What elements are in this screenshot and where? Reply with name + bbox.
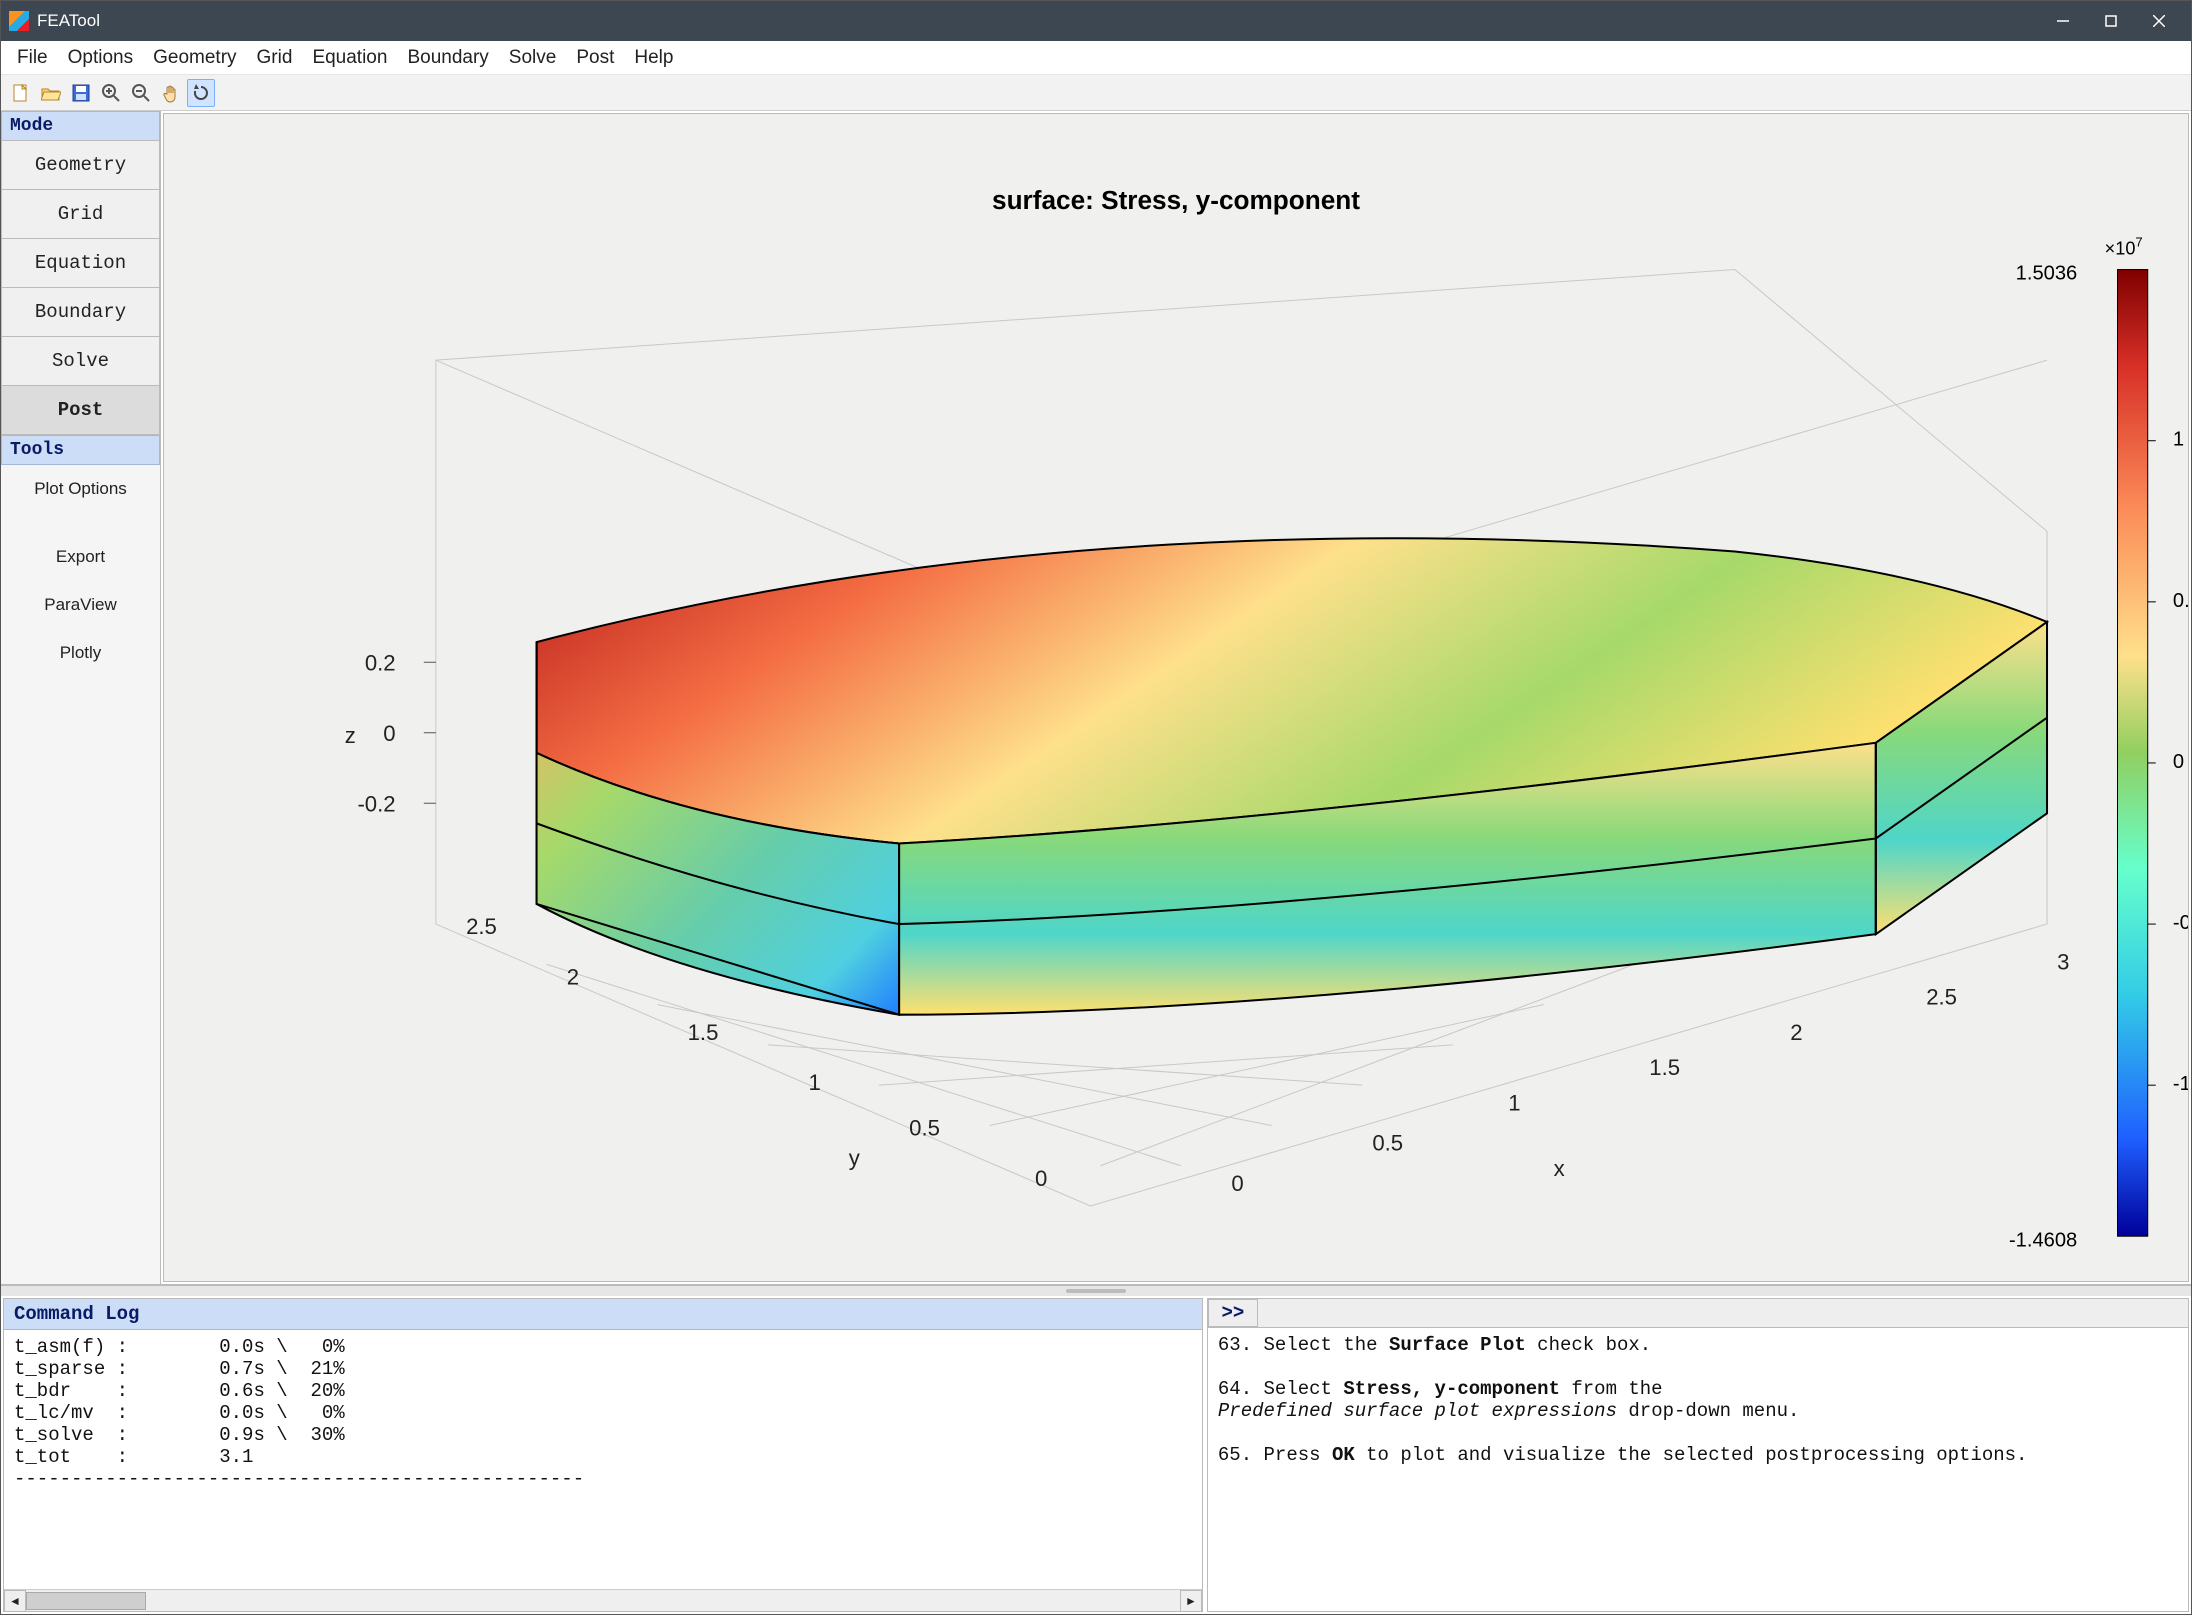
tool-plot-options[interactable]: Plot Options <box>1 465 160 513</box>
command-log-body[interactable]: t_asm(f) : 0.0s \ 0% t_sparse : 0.7s \ 2… <box>4 1330 1202 1589</box>
tool-paraview[interactable]: ParaView <box>1 581 160 629</box>
svg-text:0.5: 0.5 <box>909 1116 940 1141</box>
z-label: z <box>345 723 356 748</box>
instructions-header: >> <box>1208 1299 2188 1328</box>
svg-text:-1.4608: -1.4608 <box>2009 1229 2077 1251</box>
svg-text:0: 0 <box>2173 751 2184 773</box>
svg-text:2.5: 2.5 <box>466 914 497 939</box>
pan-button[interactable] <box>157 79 185 107</box>
svg-text:0.2: 0.2 <box>365 650 396 675</box>
svg-text:2.5: 2.5 <box>1926 985 1957 1010</box>
mode-solve[interactable]: Solve <box>1 336 160 386</box>
svg-text:1: 1 <box>808 1070 820 1095</box>
zoom-in-button[interactable] <box>97 79 125 107</box>
svg-text:1: 1 <box>1508 1090 1520 1115</box>
svg-text:0: 0 <box>1231 1171 1243 1196</box>
sidebar: Mode Geometry Grid Equation Boundary Sol… <box>1 111 161 1284</box>
command-log-panel: Command Log t_asm(f) : 0.0s \ 0% t_spars… <box>3 1298 1203 1612</box>
menu-options[interactable]: Options <box>58 43 143 73</box>
scroll-right-icon[interactable]: ► <box>1180 1590 1202 1612</box>
title-bar: FEATool <box>1 1 2191 41</box>
save-icon <box>72 84 90 102</box>
splitter[interactable] <box>1 1286 2191 1296</box>
app-icon <box>9 11 29 31</box>
menu-help[interactable]: Help <box>624 43 683 73</box>
menu-bar: File Options Geometry Grid Equation Boun… <box>1 41 2191 75</box>
toolbar <box>1 75 2191 111</box>
instructions-panel: >> 63. Select the Surface Plot check box… <box>1207 1298 2189 1612</box>
main-area: Mode Geometry Grid Equation Boundary Sol… <box>1 111 2191 1284</box>
menu-geometry[interactable]: Geometry <box>143 43 246 73</box>
zoom-out-icon <box>131 83 151 103</box>
svg-text:3: 3 <box>2057 949 2069 974</box>
svg-text:1.5: 1.5 <box>688 1020 719 1045</box>
mode-boundary[interactable]: Boundary <box>1 287 160 337</box>
open-folder-icon <box>41 84 61 102</box>
maximize-button[interactable] <box>2087 1 2135 41</box>
solid-body <box>537 538 2047 1014</box>
svg-text:-0.2: -0.2 <box>357 791 395 816</box>
hand-icon <box>161 83 181 103</box>
new-file-icon <box>12 83 30 103</box>
app-window: FEATool File Options Geometry Grid Equat… <box>0 0 2192 1615</box>
menu-file[interactable]: File <box>7 43 58 73</box>
app-title: FEATool <box>37 11 100 31</box>
plot-title: surface: Stress, y-component <box>992 185 1360 215</box>
instructions-body[interactable]: 63. Select the Surface Plot check box. 6… <box>1208 1328 2188 1611</box>
tools-header: Tools <box>1 435 160 465</box>
menu-post[interactable]: Post <box>566 43 624 73</box>
save-button[interactable] <box>67 79 95 107</box>
log-scrollbar[interactable]: ◄ ► <box>4 1589 1202 1611</box>
minimize-button[interactable] <box>2039 1 2087 41</box>
svg-text:1.5: 1.5 <box>1649 1055 1680 1080</box>
reset-view-icon <box>191 83 211 103</box>
zoom-in-icon <box>101 83 121 103</box>
new-file-button[interactable] <box>7 79 35 107</box>
footer: Command Log t_asm(f) : 0.0s \ 0% t_spars… <box>1 1284 2191 1614</box>
z-ticks: 0.2 0 -0.2 z <box>345 650 436 816</box>
tool-export[interactable]: Export <box>1 533 160 581</box>
open-file-button[interactable] <box>37 79 65 107</box>
plot-svg: surface: Stress, y-component <box>164 114 2188 1281</box>
svg-text:0.5: 0.5 <box>1372 1131 1403 1156</box>
mode-header: Mode <box>1 111 160 141</box>
svg-text:0: 0 <box>1035 1166 1047 1191</box>
reset-view-button[interactable] <box>187 79 215 107</box>
menu-boundary[interactable]: Boundary <box>397 43 498 73</box>
close-button[interactable] <box>2135 1 2183 41</box>
svg-text:1.5036: 1.5036 <box>2016 263 2078 285</box>
mode-equation[interactable]: Equation <box>1 238 160 288</box>
svg-text:1: 1 <box>2173 429 2184 451</box>
svg-text:-1: -1 <box>2173 1073 2188 1095</box>
y-label: y <box>849 1146 861 1171</box>
svg-text:0: 0 <box>383 721 395 746</box>
plot-area[interactable]: surface: Stress, y-component <box>163 113 2189 1282</box>
svg-text:0.5: 0.5 <box>2173 590 2188 612</box>
menu-grid[interactable]: Grid <box>247 43 303 73</box>
tool-plotly[interactable]: Plotly <box>1 629 160 677</box>
command-log-header: Command Log <box>4 1299 1202 1330</box>
menu-solve[interactable]: Solve <box>499 43 567 73</box>
svg-text:2: 2 <box>1790 1020 1802 1045</box>
x-label: x <box>1554 1156 1565 1181</box>
svg-text:-0.5: -0.5 <box>2173 912 2188 934</box>
prompt-button[interactable]: >> <box>1208 1299 1258 1327</box>
svg-text:×107: ×107 <box>2105 234 2143 258</box>
zoom-out-button[interactable] <box>127 79 155 107</box>
svg-text:2: 2 <box>567 964 579 989</box>
menu-equation[interactable]: Equation <box>302 43 397 73</box>
scroll-left-icon[interactable]: ◄ <box>4 1590 26 1612</box>
mode-geometry[interactable]: Geometry <box>1 140 160 190</box>
mode-post[interactable]: Post <box>1 385 160 435</box>
mode-grid[interactable]: Grid <box>1 189 160 239</box>
